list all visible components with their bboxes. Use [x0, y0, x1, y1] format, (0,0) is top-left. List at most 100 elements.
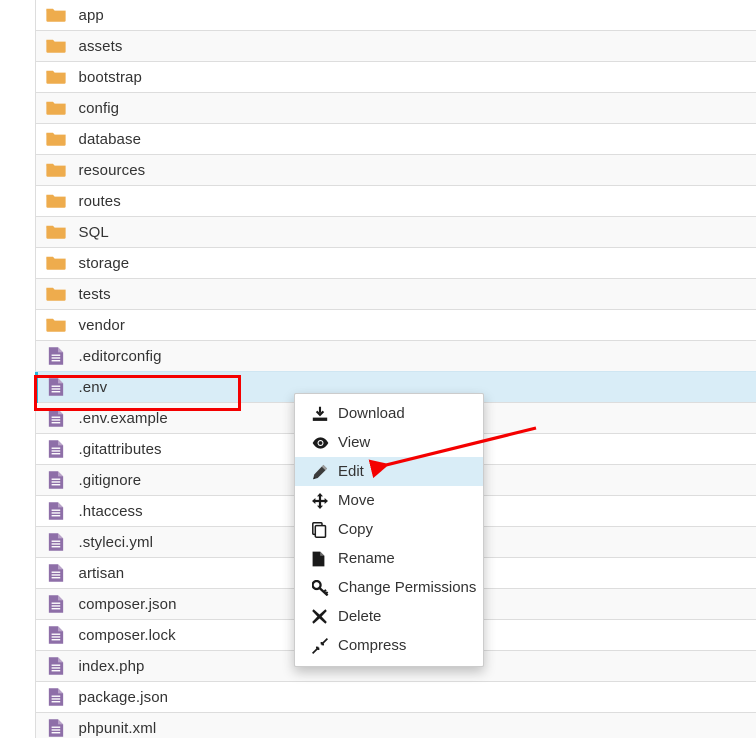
file-icon — [48, 657, 64, 675]
file-name[interactable]: bootstrap — [79, 62, 756, 93]
file-row[interactable]: .editorconfig — [35, 340, 756, 372]
menu-item-label: Delete — [338, 608, 382, 625]
folder-icon — [36, 62, 79, 93]
compress-icon — [312, 637, 328, 654]
menu-item-label: Rename — [338, 550, 395, 567]
file-icon — [48, 595, 64, 613]
file-name[interactable]: assets — [79, 31, 756, 62]
menu-item-compress[interactable]: Compress — [295, 631, 483, 660]
folder-icon — [36, 310, 79, 341]
file-name[interactable]: phpunit.xml — [79, 713, 756, 738]
file-icon — [48, 440, 64, 458]
file-row[interactable]: database — [35, 123, 756, 155]
folder-icon — [46, 101, 66, 115]
folder-icon — [46, 132, 66, 146]
selected-row-accent-bar — [35, 372, 38, 403]
file-name[interactable]: tests — [79, 279, 756, 310]
eye-icon — [312, 436, 329, 449]
folder-icon — [46, 225, 66, 239]
folder-icon — [36, 31, 79, 62]
page-icon — [312, 551, 325, 566]
folder-icon — [46, 287, 66, 301]
folder-icon — [36, 279, 79, 310]
file-icon — [36, 682, 79, 713]
menu-item-label: Copy — [338, 521, 374, 538]
file-icon — [48, 688, 64, 706]
file-name[interactable]: app — [79, 0, 756, 31]
file-icon — [36, 713, 79, 738]
file-name[interactable]: vendor — [79, 310, 756, 341]
pencil-icon — [313, 464, 328, 479]
file-icon — [48, 564, 64, 582]
folder-icon — [46, 194, 66, 208]
copy-icon — [312, 521, 327, 538]
file-name[interactable]: package.json — [79, 682, 756, 713]
menu-item-edit[interactable]: Edit — [295, 457, 483, 486]
file-name[interactable]: .editorconfig — [79, 341, 756, 372]
file-icon — [36, 620, 79, 651]
file-manager-screen: app assets bootstrap config database resource… — [0, 0, 756, 738]
x-mark-icon — [312, 609, 327, 624]
menu-item-view[interactable]: View — [295, 428, 483, 457]
move-arrows-icon — [312, 492, 329, 509]
compress-icon — [312, 637, 329, 654]
x-mark-icon — [312, 609, 329, 624]
menu-item-change-permissions[interactable]: Change Permissions — [295, 573, 483, 602]
folder-icon — [36, 155, 79, 186]
folder-icon — [46, 256, 66, 270]
folder-icon — [46, 70, 66, 84]
file-icon — [36, 651, 79, 682]
file-name[interactable]: resources — [79, 155, 756, 186]
file-name[interactable]: routes — [79, 186, 756, 217]
file-icon — [48, 719, 64, 738]
file-row[interactable]: phpunit.xml — [35, 712, 756, 738]
file-icon — [36, 434, 79, 465]
folder-icon — [36, 93, 79, 124]
menu-item-move[interactable]: Move — [295, 486, 483, 515]
menu-item-copy[interactable]: Copy — [295, 515, 483, 544]
file-row[interactable]: storage — [35, 247, 756, 279]
file-row[interactable]: tests — [35, 278, 756, 310]
folder-icon — [36, 248, 79, 279]
folder-icon — [36, 217, 79, 248]
file-icon — [36, 372, 79, 403]
menu-item-label: Compress — [338, 637, 407, 654]
file-row[interactable]: bootstrap — [35, 61, 756, 93]
file-icon — [48, 471, 64, 489]
file-row[interactable]: package.json — [35, 681, 756, 713]
file-row[interactable]: vendor — [35, 309, 756, 341]
menu-item-label: View — [338, 434, 371, 451]
file-icon — [48, 409, 64, 427]
file-name[interactable]: SQL — [79, 217, 756, 248]
menu-item-delete[interactable]: Delete — [295, 602, 483, 631]
file-icon — [36, 403, 79, 434]
page-icon — [312, 551, 329, 567]
key-icon — [312, 579, 329, 596]
file-row[interactable]: assets — [35, 30, 756, 62]
file-row[interactable]: config — [35, 92, 756, 124]
key-icon — [312, 579, 329, 596]
file-name[interactable]: database — [79, 124, 756, 155]
folder-icon — [36, 124, 79, 155]
eye-icon — [312, 436, 329, 450]
file-icon — [48, 533, 64, 551]
file-icon — [48, 347, 64, 365]
menu-item-rename[interactable]: Rename — [295, 544, 483, 573]
context-menu[interactable]: Download View Edit Move Copy Rename Change Per… — [294, 393, 484, 667]
file-row[interactable]: SQL — [35, 216, 756, 248]
file-name[interactable]: storage — [79, 248, 756, 279]
move-arrows-icon — [312, 492, 328, 509]
file-row[interactable]: routes — [35, 185, 756, 217]
file-icon — [48, 626, 64, 644]
file-name[interactable]: config — [79, 93, 756, 124]
copy-icon — [312, 521, 329, 538]
file-icon — [36, 589, 79, 620]
menu-item-label: Change Permissions — [338, 579, 477, 596]
file-row[interactable]: resources — [35, 154, 756, 186]
file-icon — [48, 378, 64, 396]
file-icon — [36, 465, 79, 496]
folder-icon — [46, 8, 66, 22]
menu-item-download[interactable]: Download — [295, 399, 483, 428]
download-icon — [312, 406, 329, 422]
file-row[interactable]: app — [35, 0, 756, 31]
